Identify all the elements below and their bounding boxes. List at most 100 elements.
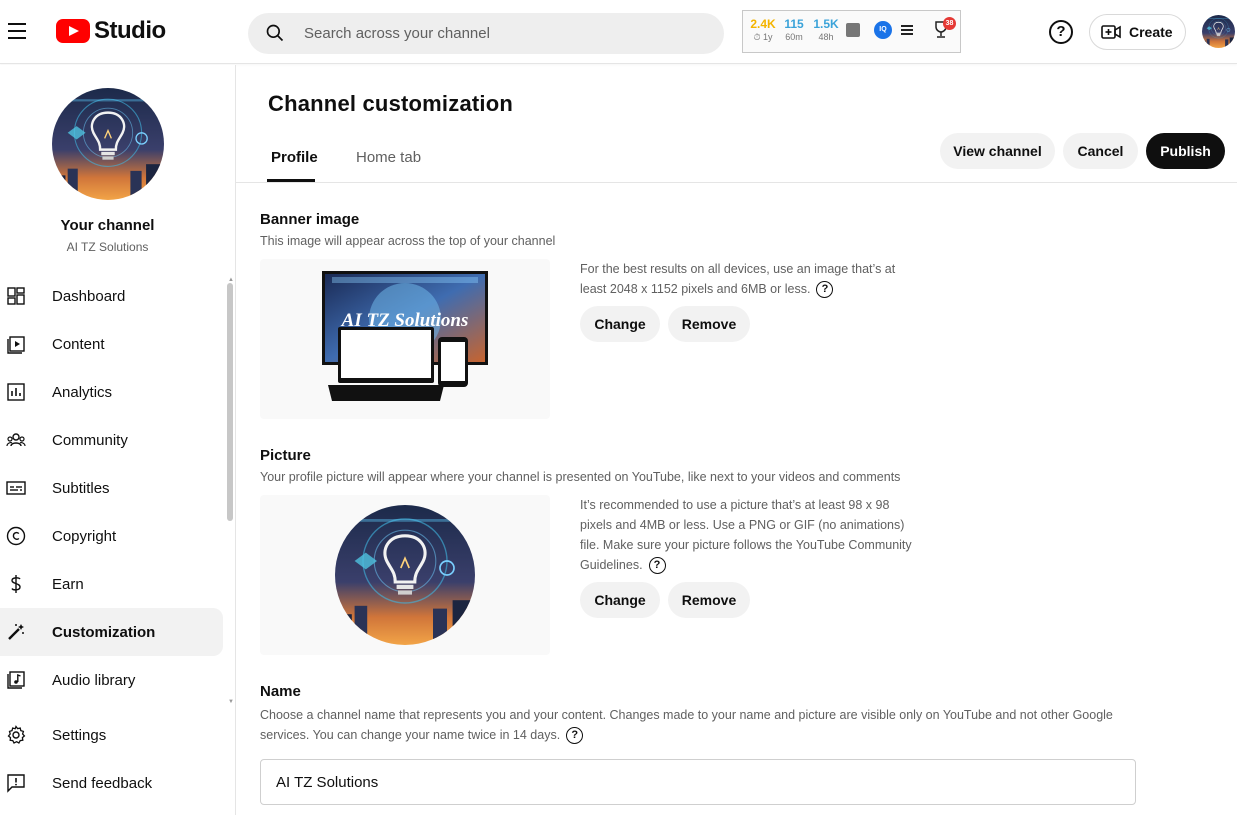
sidebar-item-label: Content: [52, 335, 105, 353]
channel-name-field[interactable]: [260, 759, 1136, 805]
sidebar-item-settings[interactable]: Settings: [0, 711, 223, 759]
audio-library-icon: [7, 671, 25, 689]
help-icon[interactable]: ?: [816, 281, 834, 299]
help-icon[interactable]: ?: [648, 557, 666, 575]
dashboard-icon: [7, 287, 25, 305]
sidebar-scrollbar[interactable]: [227, 283, 233, 521]
sidebar-item-label: Send feedback: [52, 774, 153, 792]
picture-info-text: It’s recommended to use a picture that’s…: [580, 498, 912, 572]
sidebar-item-audio-library[interactable]: Audio library: [0, 656, 223, 704]
picture-info: It’s recommended to use a picture that’s…: [580, 495, 920, 575]
video-camera-icon: [1101, 25, 1121, 39]
channel-avatar[interactable]: [52, 88, 164, 200]
account-avatar-image: [1202, 15, 1235, 48]
sidebar-item-label: Copyright: [52, 527, 117, 545]
sidebar-item-label: Settings: [52, 726, 107, 744]
stat-value: 115: [784, 17, 804, 31]
picture-section-title: Picture: [260, 447, 311, 464]
earn-icon: [11, 575, 21, 593]
sidebar-item-subtitles[interactable]: Subtitles: [0, 464, 223, 512]
name-section-description: Choose a channel name that represents yo…: [260, 705, 1120, 745]
stat-views-1y[interactable]: 2.4K ⏱ 1y: [747, 17, 779, 43]
view-channel-button[interactable]: View channel: [940, 133, 1055, 169]
name-description-text: Choose a channel name that represents yo…: [260, 708, 1113, 742]
studio-logo[interactable]: Studio: [56, 17, 166, 45]
banner-remove-button[interactable]: Remove: [668, 306, 750, 342]
stat-views-48h[interactable]: 1.5K 48h: [811, 17, 841, 43]
bar-chart-icon[interactable]: [846, 23, 860, 37]
vidiq-icon[interactable]: IQ: [874, 21, 892, 39]
tab-home[interactable]: Home tab: [356, 149, 421, 166]
tab-profile[interactable]: Profile: [271, 149, 318, 166]
search-icon[interactable]: [265, 23, 285, 43]
picture-section-description: Your profile picture will appear where y…: [260, 470, 901, 484]
help-icon[interactable]: ?: [566, 727, 584, 745]
sidebar-item-label: Dashboard: [52, 287, 126, 305]
name-section-title: Name: [260, 683, 301, 700]
banner-section-title: Banner image: [260, 211, 360, 228]
search-input[interactable]: [304, 13, 704, 54]
sidebar-item-community[interactable]: Community: [0, 416, 223, 464]
sidebar-item-earn[interactable]: Earn: [0, 560, 223, 608]
subtitles-icon: [6, 481, 26, 495]
banner-info-text: For the best results on all devices, use…: [580, 262, 896, 296]
account-avatar[interactable]: [1202, 15, 1235, 48]
channel-avatar-image: [52, 88, 164, 200]
sidebar-item-label: Earn: [52, 575, 84, 593]
sidebar-item-dashboard[interactable]: Dashboard: [0, 272, 223, 320]
sidebar-item-send-feedback[interactable]: Send feedback: [0, 759, 223, 807]
sidebar-item-label: Subtitles: [52, 479, 110, 497]
sidebar-item-label: Community: [52, 431, 128, 449]
stat-period: ⏱ 1y: [753, 32, 773, 42]
sidebar-item-label: Audio library: [52, 671, 136, 689]
top-bar: Studio 2.4K ⏱ 1y 115 60m 1.5K 48h IQ: [0, 0, 1237, 64]
stat-value: 1.5K: [813, 17, 839, 31]
stat-period: 48h: [818, 32, 834, 42]
notification-badge: 38: [943, 17, 956, 30]
extension-toolbar: 2.4K ⏱ 1y 115 60m 1.5K 48h IQ 38: [742, 10, 961, 53]
profile-picture-image: [335, 505, 475, 645]
sidebar-item-label: Customization: [52, 623, 156, 641]
banner-preview: AI TZ Solutions: [260, 259, 550, 419]
banner-change-button[interactable]: Change: [580, 306, 660, 342]
sidebar-item-copyright[interactable]: Copyright: [0, 512, 223, 560]
cancel-button[interactable]: Cancel: [1063, 133, 1138, 169]
sidebar-item-content[interactable]: Content: [0, 320, 223, 368]
banner-section-description: This image will appear across the top of…: [260, 234, 556, 248]
page-title: Channel customization: [268, 91, 513, 116]
scroll-down-icon[interactable]: ▼: [228, 699, 234, 705]
list-menu-icon[interactable]: [901, 25, 913, 35]
create-label: Create: [1129, 24, 1173, 40]
sidebar-item-customization[interactable]: Customization: [0, 608, 223, 656]
search-bar[interactable]: [248, 13, 724, 54]
sidebar: Your channel AI TZ Solutions Dashboard C…: [0, 65, 236, 815]
stat-views-60m[interactable]: 115 60m: [781, 17, 807, 43]
community-icon: [6, 433, 26, 447]
stat-period: 60m: [785, 32, 803, 42]
main-content: Channel customization Profile Home tab V…: [236, 65, 1237, 815]
youtube-play-icon: [56, 19, 90, 43]
device-preview-image: AI TZ Solutions: [322, 271, 488, 401]
publish-button[interactable]: Publish: [1146, 133, 1225, 169]
stat-value: 2.4K: [750, 17, 776, 31]
sidebar-item-analytics[interactable]: Analytics: [0, 368, 223, 416]
content-icon: [7, 336, 25, 354]
gear-icon: [7, 725, 26, 744]
picture-preview: [260, 495, 550, 655]
tabs-divider: [236, 182, 1237, 183]
picture-change-button[interactable]: Change: [580, 582, 660, 618]
feedback-icon: [7, 774, 25, 793]
menu-icon[interactable]: [8, 18, 28, 46]
sidebar-item-label: Analytics: [52, 383, 113, 401]
scroll-up-icon[interactable]: ▲: [228, 277, 234, 283]
help-icon[interactable]: ?: [1049, 20, 1073, 44]
create-button[interactable]: Create: [1089, 14, 1186, 50]
logo-text: Studio: [94, 17, 166, 44]
channel-name: AI TZ Solutions: [66, 240, 149, 254]
analytics-icon: [7, 383, 25, 401]
channel-label: Your channel: [60, 217, 155, 234]
customization-icon: [8, 624, 24, 640]
picture-remove-button[interactable]: Remove: [668, 582, 750, 618]
banner-info: For the best results on all devices, use…: [580, 259, 920, 299]
copyright-icon: [6, 526, 26, 546]
